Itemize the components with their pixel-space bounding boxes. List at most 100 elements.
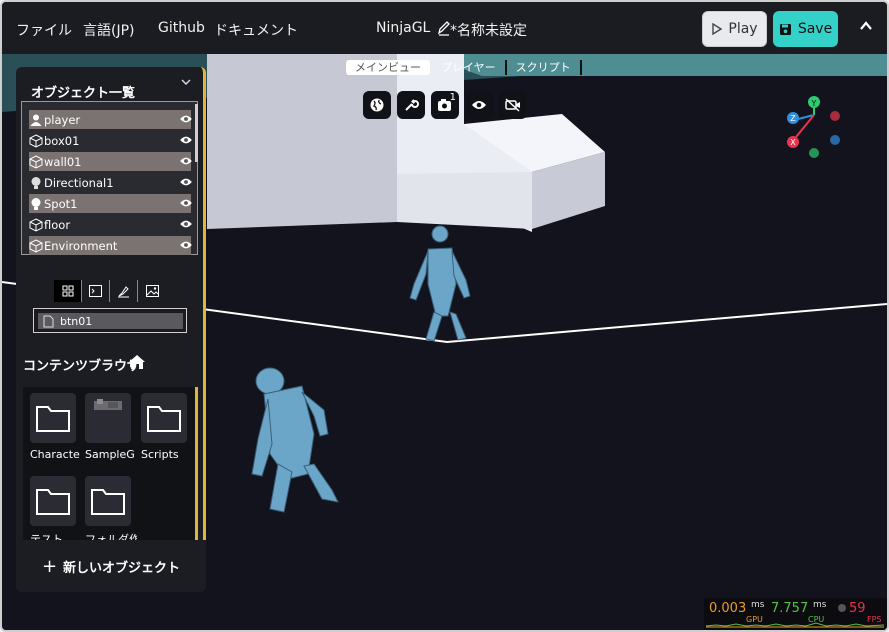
cpu-unit: ms: [813, 600, 827, 610]
image-tile: [85, 393, 131, 443]
item-label: Characte: [30, 448, 80, 461]
grid-icon: [62, 285, 73, 297]
wrench-button[interactable]: [397, 91, 425, 119]
view-tabs: メインビュー プレイヤー スクリプト: [346, 59, 582, 75]
image-icon: [145, 285, 159, 297]
video-off-icon: [505, 98, 520, 112]
floppy-icon: [779, 23, 791, 35]
menu-language[interactable]: 言語(JP): [83, 20, 135, 40]
save-button[interactable]: Save: [773, 11, 838, 47]
object-name: box01: [44, 133, 80, 148]
app-title: NinjaGL: [376, 20, 431, 36]
globe-icon: [370, 98, 384, 112]
folder-icon: [36, 406, 70, 432]
perf-graph: [706, 622, 884, 628]
folder-item[interactable]: Characte: [30, 393, 80, 461]
eye-icon[interactable]: [179, 114, 193, 124]
cube-icon: [29, 217, 43, 232]
eye-icon[interactable]: [179, 156, 193, 166]
globe-button[interactable]: [363, 91, 391, 119]
folder-tile: [30, 476, 76, 526]
list-item[interactable]: wall01: [29, 152, 193, 171]
home-icon[interactable]: [128, 354, 146, 370]
selected-asset-field[interactable]: btn01: [33, 308, 187, 333]
menu-docs[interactable]: ドキュメント: [214, 20, 298, 40]
menu-github[interactable]: Github: [158, 20, 205, 36]
menu-file[interactable]: ファイル: [16, 20, 72, 40]
thumbnail-image: [94, 399, 122, 410]
folder-item[interactable]: テスト: [30, 476, 78, 546]
cpu-ms: 7.757: [771, 601, 809, 616]
selected-asset-name: btn01: [60, 314, 93, 328]
top-bar: ファイル 言語(JP) Github ドキュメント NinjaGL *名称未設定…: [2, 2, 887, 54]
app-window: ファイル 言語(JP) Github ドキュメント NinjaGL *名称未設定…: [0, 0, 889, 632]
folder-icon: [147, 406, 181, 432]
list-item[interactable]: box01: [29, 131, 193, 150]
selected-asset: btn01: [38, 313, 183, 329]
tab-main-view[interactable]: メインビュー: [346, 59, 430, 75]
user-icon: [30, 114, 42, 126]
gauge-icon: [838, 604, 846, 612]
bulb-icon: [31, 197, 41, 210]
terminal-icon: [89, 285, 102, 297]
object-name: Environment: [44, 238, 118, 253]
gpu-ms: 0.003: [709, 601, 747, 616]
list-item[interactable]: Spot1: [29, 194, 193, 213]
project-name[interactable]: *名称未設定: [450, 20, 527, 40]
object-name: floor: [44, 217, 71, 232]
object-list-title: オブジェクト一覧: [31, 86, 136, 101]
cube-icon: [29, 238, 43, 253]
gizmo-y-label: Y: [811, 99, 817, 108]
save-label: Save: [797, 21, 833, 37]
eye-icon[interactable]: [179, 177, 193, 187]
tab-player[interactable]: プレイヤー: [432, 59, 507, 75]
eye-icon[interactable]: [179, 240, 193, 250]
axis-gizmo[interactable]: Y Z X: [787, 96, 840, 158]
folder-tile: [85, 476, 131, 526]
eye-icon[interactable]: [179, 198, 193, 208]
object-name: player: [44, 112, 81, 127]
gpu-unit: ms: [751, 600, 765, 610]
list-item[interactable]: player: [29, 110, 193, 129]
visibility-button[interactable]: [465, 91, 493, 119]
tab-grid[interactable]: [54, 280, 82, 302]
folder-tile: [141, 393, 187, 443]
list-item[interactable]: Directional1: [29, 173, 193, 192]
tab-brush[interactable]: [110, 280, 138, 302]
list-item[interactable]: Environment: [29, 236, 193, 255]
object-name: wall01: [44, 154, 82, 169]
play-icon: [712, 23, 723, 35]
plus-icon: +: [41, 555, 58, 577]
video-off-button[interactable]: [499, 91, 527, 119]
eye-icon[interactable]: [179, 135, 193, 145]
play-button[interactable]: Play: [702, 11, 767, 47]
perf-stats: 0.003 ms GPU 7.757 ms CPU 59 FPS: [704, 598, 887, 630]
chevron-up-icon[interactable]: [858, 18, 874, 34]
camera-count: 1: [449, 92, 456, 103]
new-object-label: 新しいオブジェクト: [63, 560, 181, 576]
tab-script[interactable]: スクリプト: [507, 59, 582, 75]
pencil-icon[interactable]: [437, 20, 451, 36]
chevron-down-icon[interactable]: [180, 76, 192, 88]
cube-icon: [29, 133, 43, 148]
object-panel: オブジェクト一覧 player box01 wall01 Directional…: [16, 67, 206, 547]
image-item[interactable]: SampleG: [85, 393, 135, 461]
play-label: Play: [728, 21, 758, 37]
eye-icon: [472, 101, 486, 109]
content-browser-scrollbar[interactable]: [195, 387, 198, 542]
object-list-scrollbar[interactable]: [195, 104, 198, 162]
content-browser-title: コンテンツブラウザ: [23, 359, 141, 374]
camera-button[interactable]: 1: [431, 91, 459, 119]
list-item[interactable]: floor: [29, 215, 193, 234]
object-list: player box01 wall01 Directional1 Spot1 f…: [21, 101, 198, 255]
tab-terminal[interactable]: [82, 280, 110, 302]
folder-item[interactable]: Scripts: [141, 393, 189, 461]
tab-image[interactable]: [138, 280, 166, 302]
eye-icon[interactable]: [179, 219, 193, 229]
bulb-icon: [31, 176, 41, 189]
folder-icon: [36, 489, 70, 515]
new-object-button[interactable]: + 新しいオブジェクト: [16, 540, 206, 592]
browser-mode-tabs: [54, 280, 166, 302]
file-icon: [43, 315, 54, 327]
folder-item[interactable]: フォルダ作: [85, 476, 137, 546]
